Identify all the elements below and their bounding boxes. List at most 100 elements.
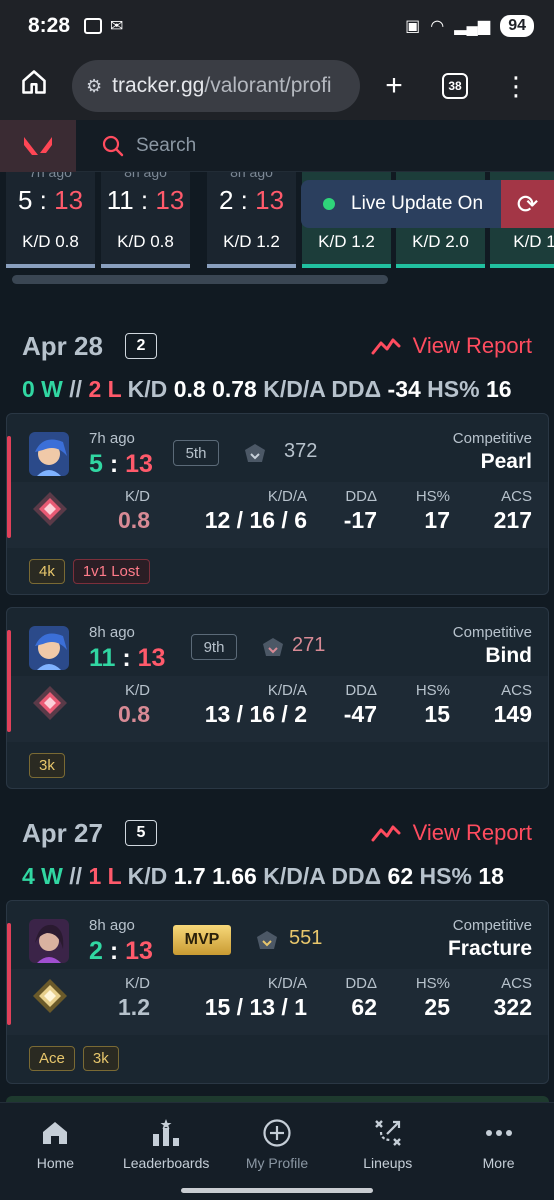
map-name: Bind — [485, 644, 532, 667]
hs-value: 15 — [424, 701, 450, 727]
map-name: Fracture — [447, 937, 532, 960]
hs-value: 17 — [424, 507, 450, 533]
game-mode: Competitive — [452, 917, 532, 934]
match-score: 11 : 13 — [89, 644, 166, 672]
tag-badge: 1v1 Lost — [72, 559, 150, 584]
nav-lineups[interactable]: Lineups — [332, 1103, 443, 1200]
dd-value: 62 — [351, 994, 377, 1020]
tag-badge: 3k — [82, 1046, 119, 1071]
rank-icon — [33, 979, 67, 1013]
live-update-toggle[interactable]: Live Update On — [301, 180, 501, 228]
day-summary: 0 W // 2 L K/D 0.8 0.78 K/D/A DDΔ -34 HS… — [22, 376, 512, 402]
mail-icon: ✉ — [110, 18, 124, 35]
mvp-badge: MVP — [173, 925, 231, 955]
tag-badge: 4k — [29, 559, 65, 584]
match-card[interactable]: 8h ago 11 : 13 9th 271 Competitive Bind … — [6, 607, 549, 789]
rank-rating: 271 — [292, 634, 326, 656]
day-header: Apr 27 5 View Report — [22, 813, 532, 853]
sim-icon: ▣ — [405, 18, 421, 35]
day-date: Apr 27 — [22, 817, 103, 848]
recent-match-card[interactable]: 7h ago 5 : 13 K/D 0.8 — [6, 172, 95, 268]
refresh-button[interactable]: ⟳ — [501, 180, 554, 228]
day-header: Apr 28 2 View Report — [22, 326, 532, 366]
nav-home[interactable]: Home — [0, 1103, 111, 1200]
acs-value: 322 — [493, 994, 532, 1020]
new-tab-icon[interactable]: + — [374, 69, 414, 103]
leaderboard-icon — [153, 1119, 180, 1146]
search-icon — [102, 135, 124, 156]
view-report-link[interactable]: View Report — [371, 333, 532, 359]
recent-match-card[interactable]: 8h ago 2 : 13 K/D 1.2 — [207, 172, 296, 268]
match-card[interactable]: 8h ago 2 : 13 MVP 551 Competitive Fractu… — [6, 900, 549, 1084]
site-header: Search — [0, 119, 554, 172]
agent-avatar — [29, 626, 69, 670]
game-mode: Competitive — [452, 430, 532, 447]
home-icon[interactable] — [14, 68, 54, 104]
bottom-navigation: Home Leaderboards My Profile Lineups Mor… — [0, 1102, 554, 1200]
placement-badge: 9th — [191, 634, 237, 660]
day-summary: 4 W // 1 L K/D 1.7 1.66 K/D/A DDΔ 62 HS%… — [22, 863, 504, 889]
clock: 8:28 — [28, 14, 71, 37]
wifi-icon: ◠ — [430, 18, 445, 35]
kd-value: 0.8 — [118, 701, 150, 727]
rank-rating-icon — [263, 638, 283, 656]
url-host: tracker.gg — [112, 74, 205, 97]
game-mode: Competitive — [452, 624, 532, 641]
rank-rating: 372 — [284, 440, 318, 462]
day-match-count: 5 — [124, 820, 157, 846]
match-score: 5 : 13 — [89, 450, 153, 478]
match-score: 2 : 13 — [89, 937, 153, 965]
placement-badge: 5th — [173, 440, 219, 466]
recent-matches-strip[interactable]: 7h ago 5 : 13 K/D 0.8 8h ago 11 : 13 K/D… — [0, 172, 554, 292]
rank-rating-icon — [245, 444, 265, 462]
nav-leaderboards[interactable]: Leaderboards — [111, 1103, 222, 1200]
hs-value: 25 — [424, 994, 450, 1020]
nav-my-profile[interactable]: My Profile — [222, 1103, 333, 1200]
day-match-count: 2 — [124, 333, 157, 359]
trend-icon — [371, 338, 401, 355]
match-tags: 3k — [29, 753, 65, 778]
battery-level: 94 — [500, 15, 534, 37]
screenshot-icon — [84, 18, 103, 34]
day-date: Apr 28 — [22, 330, 103, 361]
gesture-bar[interactable] — [181, 1188, 373, 1193]
search-placeholder: Search — [136, 134, 197, 156]
kda-value: 15 / 13 / 1 — [204, 994, 307, 1020]
acs-value: 149 — [493, 701, 532, 727]
match-card[interactable]: 7h ago 5 : 13 5th 372 Competitive Pearl … — [6, 413, 549, 595]
home-icon — [43, 1122, 68, 1144]
rank-icon — [33, 686, 67, 720]
url-path: /valorant/profi — [204, 74, 332, 97]
rank-rating-icon — [257, 931, 277, 949]
dd-value: -47 — [343, 701, 377, 727]
dd-value: -17 — [343, 507, 377, 533]
tab-switcher-button[interactable]: 38 — [442, 73, 468, 99]
status-bar: 8:28 ✉ ▣ ◠ ▂▄▆ 94 — [0, 0, 554, 52]
tag-badge: Ace — [29, 1046, 75, 1071]
rank-rating: 551 — [289, 927, 323, 949]
plus-circle-icon — [263, 1119, 291, 1147]
address-bar[interactable]: ⚙ tracker.gg/valorant/profi — [72, 60, 360, 112]
kd-value: 0.8 — [118, 507, 150, 533]
recent-match-card[interactable]: 8h ago 11 : 13 K/D 0.8 — [101, 172, 190, 268]
strategy-icon — [374, 1120, 401, 1146]
site-settings-icon[interactable]: ⚙ — [86, 76, 102, 97]
rank-icon — [33, 492, 67, 526]
more-icon — [485, 1130, 512, 1136]
menu-icon[interactable]: ⋮ — [496, 71, 536, 102]
tag-badge: 3k — [29, 753, 65, 778]
tab-count: 38 — [442, 73, 468, 99]
kd-value: 1.2 — [118, 994, 150, 1020]
agent-avatar — [29, 919, 69, 963]
acs-value: 217 — [493, 507, 532, 533]
strip-scrollbar[interactable] — [12, 275, 388, 284]
match-tags: 4k 1v1 Lost — [29, 559, 150, 584]
view-report-link[interactable]: View Report — [371, 820, 532, 846]
nav-more[interactable]: More — [443, 1103, 554, 1200]
search-field[interactable]: Search — [102, 135, 196, 157]
browser-toolbar: ⚙ tracker.gg/valorant/profi + 38 ⋮ — [0, 52, 554, 120]
kda-value: 13 / 16 / 2 — [204, 701, 307, 727]
trend-icon — [371, 825, 401, 842]
refresh-icon: ⟳ — [516, 188, 539, 219]
valorant-logo[interactable] — [0, 119, 76, 172]
